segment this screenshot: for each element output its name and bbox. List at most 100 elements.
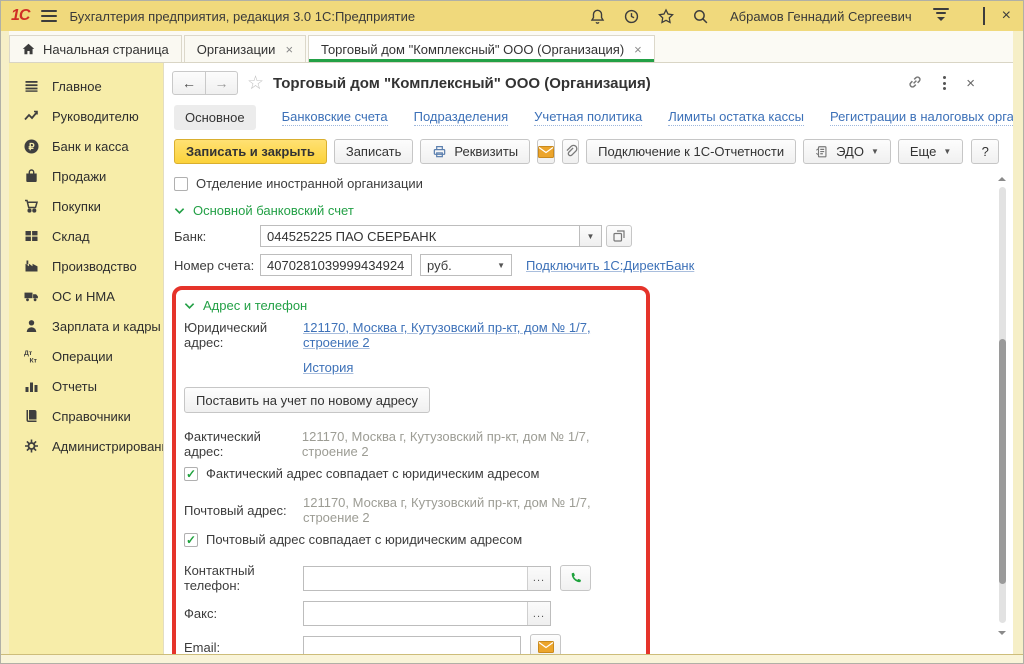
write-email-button[interactable] bbox=[530, 634, 561, 654]
sidebar-item-zarplata-i-kadry[interactable]: Зарплата и кадры bbox=[9, 311, 163, 341]
dtkt-icon: ДтКт bbox=[23, 348, 40, 364]
sidebar-item-label: Главное bbox=[52, 79, 102, 94]
edo-button[interactable]: ЭДО▼ bbox=[803, 139, 891, 164]
sidebar-item-operacii[interactable]: ДтКт Операции bbox=[9, 341, 163, 371]
nav-main-chip[interactable]: Основное bbox=[174, 105, 256, 130]
tab-organization-card[interactable]: Торговый дом "Комплексный" ООО (Организа… bbox=[308, 35, 655, 62]
account-field-label: Номер счета: bbox=[174, 258, 260, 273]
nav-link-departments[interactable]: Подразделения bbox=[414, 109, 509, 126]
email-input[interactable] bbox=[303, 636, 521, 654]
tab-home[interactable]: Начальная страница bbox=[9, 35, 182, 62]
close-form-icon[interactable]: × bbox=[966, 76, 975, 91]
requisites-button[interactable]: Реквизиты bbox=[420, 139, 530, 164]
nav-link-tax-registrations[interactable]: Регистрации в налоговых органах bbox=[830, 109, 1013, 126]
tab-organizations[interactable]: Организации × bbox=[184, 35, 306, 62]
legal-address-link[interactable]: 121170, Москва г, Кутузовский пр-кт, дом… bbox=[303, 320, 636, 350]
sidebar-item-prodazhi[interactable]: Продажи bbox=[9, 161, 163, 191]
chevron-down-icon bbox=[174, 207, 185, 215]
tab-close-icon[interactable]: × bbox=[285, 42, 293, 57]
address-history-link[interactable]: История bbox=[303, 360, 353, 375]
current-user-name[interactable]: Абрамов Геннадий Сергеевич bbox=[730, 9, 912, 24]
sidebar-item-os-i-nma[interactable]: ОС и НМА bbox=[9, 281, 163, 311]
nav-link-cash-limits[interactable]: Лимиты остатка кассы bbox=[668, 109, 804, 126]
paperclip-icon bbox=[563, 144, 578, 159]
scrollbar-up-arrow[interactable] bbox=[998, 173, 1006, 181]
more-button[interactable]: Еще▼ bbox=[898, 139, 963, 164]
connect-1c-reporting-button[interactable]: Подключение к 1С-Отчетности bbox=[586, 139, 796, 164]
actual-address-value: 121170, Москва г, Кутузовский пр-кт, дом… bbox=[302, 429, 636, 459]
sidebar-item-administrirovanie[interactable]: Администрирование bbox=[9, 431, 163, 461]
favorites-star-icon[interactable] bbox=[657, 8, 675, 25]
service-menu-icon[interactable] bbox=[933, 8, 949, 25]
person-icon bbox=[23, 318, 40, 334]
sidebar-item-spravochniki[interactable]: Справочники bbox=[9, 401, 163, 431]
help-button[interactable]: ? bbox=[971, 139, 999, 164]
sidebar-item-label: Продажи bbox=[52, 169, 106, 184]
foreign-org-checkbox[interactable] bbox=[174, 177, 188, 191]
printer-icon bbox=[432, 144, 447, 159]
sidebar-item-pokupki[interactable]: Покупки bbox=[9, 191, 163, 221]
gear-icon bbox=[23, 438, 40, 454]
reregister-address-button[interactable]: Поставить на учет по новому адресу bbox=[184, 387, 430, 413]
home-icon bbox=[22, 43, 35, 55]
more-menu-dots-icon[interactable] bbox=[943, 76, 946, 90]
phone-ellipsis-button[interactable]: ... bbox=[527, 567, 550, 590]
bank-open-button[interactable] bbox=[606, 225, 632, 247]
cart-icon bbox=[23, 198, 40, 214]
sidebar-item-sklad[interactable]: Склад bbox=[9, 221, 163, 251]
save-and-close-button[interactable]: Записать и закрыть bbox=[174, 139, 327, 164]
account-number-input[interactable] bbox=[260, 254, 412, 276]
search-icon[interactable] bbox=[692, 8, 709, 25]
actual-matches-legal-checkbox[interactable] bbox=[184, 467, 198, 481]
get-link-icon[interactable] bbox=[907, 74, 923, 93]
1c-logo-icon: 1С bbox=[11, 7, 29, 25]
sidebar-item-label: Администрирование bbox=[52, 439, 176, 454]
maximize-button[interactable] bbox=[983, 9, 985, 23]
bank-dropdown-arrow[interactable]: ▼ bbox=[580, 225, 602, 247]
bank-section-header[interactable]: Основной банковский счет bbox=[174, 203, 997, 218]
sidebar-item-label: Зарплата и кадры bbox=[52, 319, 161, 334]
sidebar-item-otchety[interactable]: Отчеты bbox=[9, 371, 163, 401]
trend-icon bbox=[23, 108, 40, 124]
actual-address-label: Фактический адрес: bbox=[184, 429, 296, 459]
email-field-label: Email: bbox=[184, 640, 303, 655]
tab-bar: Начальная страница Организации × Торговы… bbox=[1, 31, 1023, 63]
sidebar-item-label: Отчеты bbox=[52, 379, 97, 394]
postal-matches-legal-label: Почтовый адрес совпадает с юридическим а… bbox=[206, 532, 522, 547]
main-menu-icon[interactable] bbox=[41, 10, 57, 22]
call-button[interactable] bbox=[560, 565, 591, 591]
directbank-link[interactable]: Подключить 1С:ДиректБанк bbox=[526, 258, 694, 273]
sections-sidebar: Главное Руководителю ₽ Банк и касса Прод… bbox=[9, 63, 163, 654]
sidebar-item-proizvodstvo[interactable]: Производство bbox=[9, 251, 163, 281]
scrollbar-thumb[interactable] bbox=[999, 339, 1006, 584]
save-button[interactable]: Записать bbox=[334, 139, 414, 164]
currency-select[interactable]: руб.▼ bbox=[420, 254, 512, 276]
favorite-star-icon[interactable]: ☆ bbox=[247, 74, 264, 93]
nav-link-accounting-policy[interactable]: Учетная политика bbox=[534, 109, 642, 126]
phone-input[interactable] bbox=[304, 567, 527, 590]
sidebar-item-bank-i-kassa[interactable]: ₽ Банк и касса bbox=[9, 131, 163, 161]
attachments-button[interactable] bbox=[562, 139, 579, 164]
forward-arrow-button[interactable]: → bbox=[205, 72, 237, 94]
tab-close-icon[interactable]: × bbox=[634, 42, 642, 57]
phone-field-label: Контактный телефон: bbox=[184, 563, 303, 593]
address-section-header[interactable]: Адрес и телефон bbox=[184, 298, 636, 313]
bank-input[interactable] bbox=[260, 225, 580, 247]
fax-ellipsis-button[interactable]: ... bbox=[527, 602, 550, 625]
send-email-button[interactable] bbox=[537, 139, 555, 164]
sidebar-item-rukovoditelyu[interactable]: Руководителю bbox=[9, 101, 163, 131]
nav-link-bank-accounts[interactable]: Банковские счета bbox=[282, 109, 388, 126]
sidebar-item-label: Производство bbox=[52, 259, 137, 274]
back-arrow-button[interactable]: ← bbox=[173, 72, 205, 94]
edo-document-icon bbox=[815, 145, 829, 159]
notifications-bell-icon[interactable] bbox=[589, 8, 606, 25]
window-bottom-frame bbox=[1, 654, 1023, 663]
close-window-button[interactable]: × bbox=[1002, 8, 1011, 24]
sidebar-item-glavnoe[interactable]: Главное bbox=[9, 71, 163, 101]
fax-input[interactable] bbox=[304, 602, 527, 625]
postal-matches-legal-checkbox[interactable] bbox=[184, 533, 198, 547]
history-icon[interactable] bbox=[623, 8, 640, 25]
envelope-icon bbox=[538, 641, 554, 653]
svg-text:₽: ₽ bbox=[28, 141, 35, 152]
scrollbar-down-arrow[interactable] bbox=[998, 631, 1006, 639]
